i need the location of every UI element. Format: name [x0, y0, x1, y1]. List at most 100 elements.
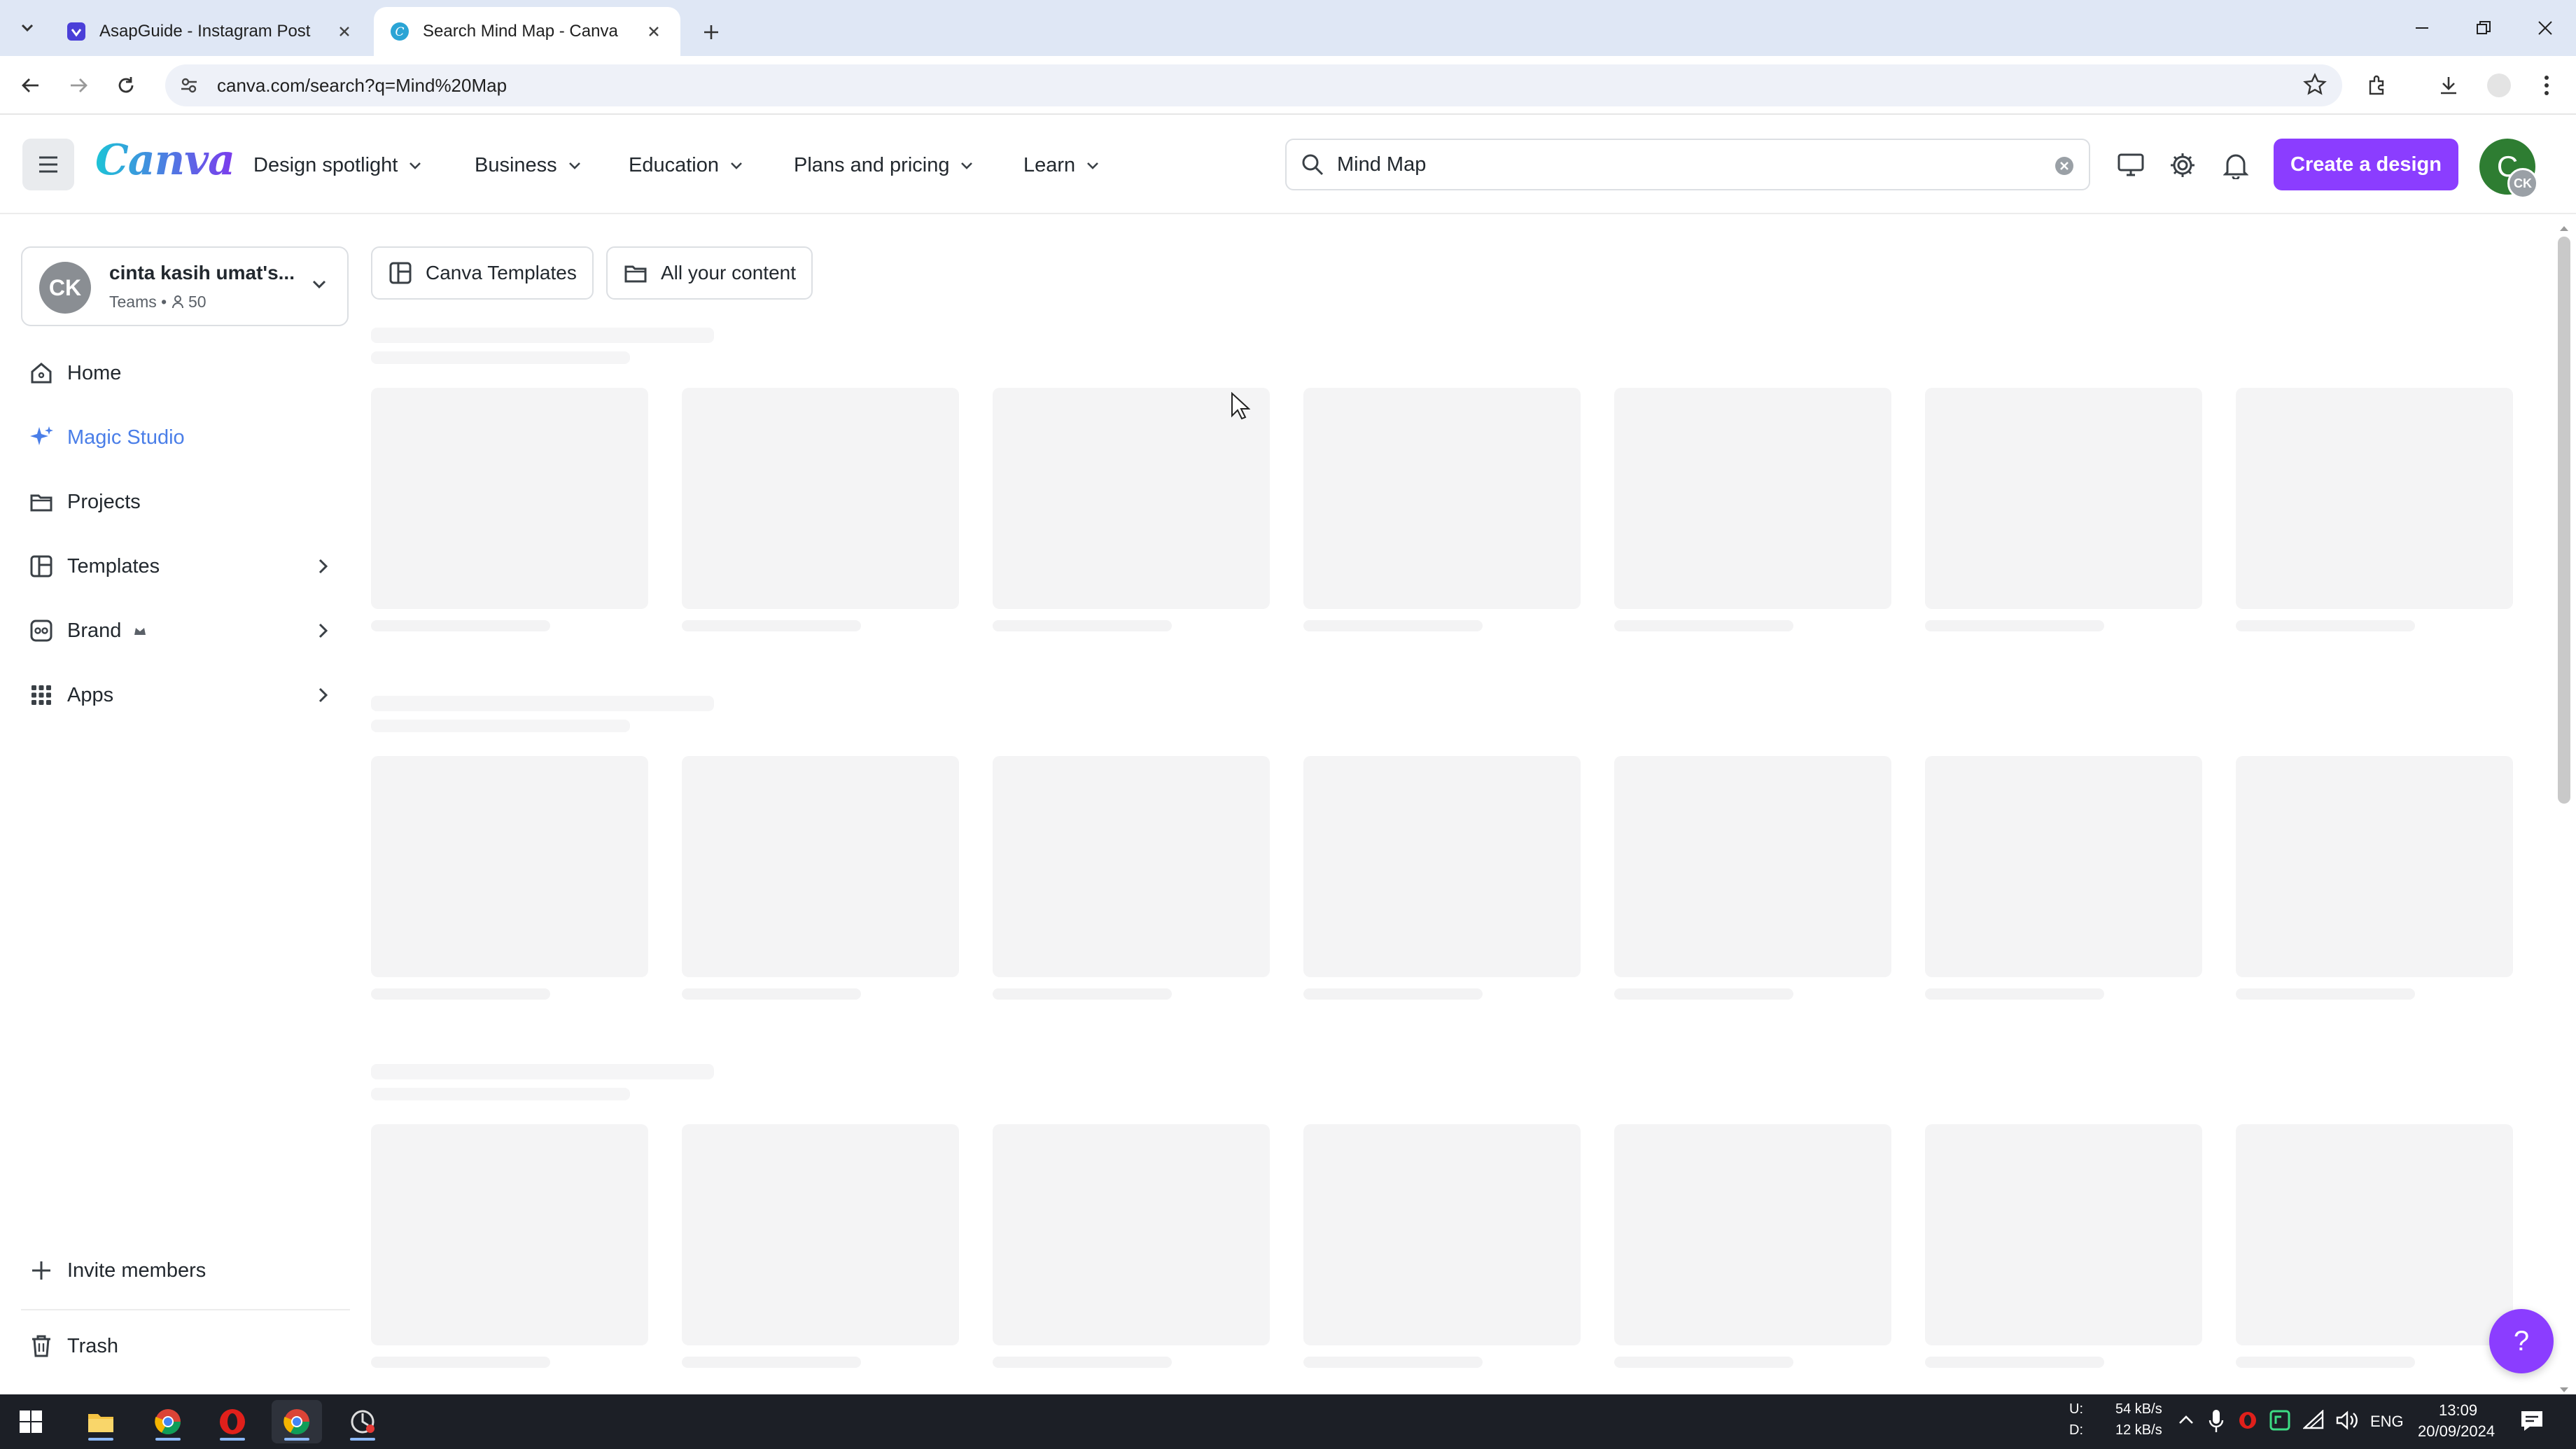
sidebar-item-templates[interactable]: Templates — [25, 542, 333, 591]
skeleton-thumbnail — [682, 388, 959, 609]
canva-favicon-icon: C — [391, 22, 409, 41]
net-download-label: D: — [2069, 1422, 2083, 1438]
team-switcher[interactable]: CK cinta kasih umat's... Teams • 50 — [21, 246, 349, 326]
profile-button[interactable] — [2479, 66, 2519, 105]
nav-design-spotlight[interactable]: Design spotlight — [253, 151, 423, 179]
volume-icon[interactable] — [2335, 1410, 2358, 1431]
bookmark-star-icon[interactable] — [2303, 73, 2327, 97]
filter-all-your-content[interactable]: All your content — [606, 246, 813, 300]
sparkle-icon — [30, 426, 53, 445]
nav-label: Plans and pricing — [794, 153, 950, 176]
wifi-icon[interactable] — [2303, 1410, 2325, 1431]
scroll-thumb[interactable] — [2558, 237, 2570, 804]
skeleton-thumbnail — [993, 756, 1270, 977]
gear-icon — [2171, 153, 2194, 177]
nav-learn[interactable]: Learn — [1023, 151, 1100, 179]
skeleton-caption — [1925, 620, 2104, 631]
tab-search-button[interactable] — [10, 11, 45, 43]
chevron-down-icon — [410, 162, 421, 169]
windows-taskbar: U: D: 54 kB/s 12 kB/s ENG 13:09 20/09/20… — [0, 1394, 2576, 1449]
help-button[interactable]: ? — [2489, 1309, 2554, 1373]
tab-asapguide[interactable]: AsapGuide - Instagram Post — [50, 7, 371, 56]
forward-button[interactable] — [59, 66, 98, 105]
skeleton-caption — [682, 620, 861, 631]
nav-business[interactable]: Business — [475, 151, 582, 179]
clock-date[interactable]: 20/09/2024 — [2418, 1422, 2495, 1441]
menu-toggle-button[interactable] — [22, 139, 74, 190]
minimize-button[interactable] — [2394, 8, 2450, 48]
running-indicator — [88, 1438, 113, 1441]
skeleton-thumbnail — [682, 756, 959, 977]
chevron-right-icon — [318, 687, 328, 703]
arrow-left-icon — [22, 78, 38, 92]
restore-button[interactable] — [2456, 8, 2512, 48]
back-button[interactable] — [11, 66, 50, 105]
skeleton-section-title — [371, 1064, 714, 1079]
skeleton-caption — [1925, 1357, 2104, 1368]
sidebar-item-projects[interactable]: Projects — [25, 477, 333, 526]
taskbar-file-explorer[interactable] — [76, 1400, 126, 1443]
invite-members-button[interactable]: Invite members — [25, 1246, 333, 1295]
main-scrollbar[interactable] — [2555, 224, 2573, 1394]
clock-time[interactable]: 13:09 — [2439, 1401, 2477, 1420]
chevron-down-icon — [568, 162, 580, 169]
site-info-icon[interactable] — [179, 76, 199, 95]
address-bar[interactable]: canva.com/search?q=Mind%20Map — [165, 64, 2342, 106]
mouse-cursor-icon — [1231, 392, 1250, 420]
chevron-up-icon[interactable] — [2177, 1411, 2195, 1429]
skeleton-section-subtitle — [371, 351, 630, 364]
taskbar-chrome-active[interactable] — [272, 1400, 322, 1443]
notification-center-icon[interactable] — [2520, 1410, 2544, 1432]
search-input[interactable] — [1337, 153, 1967, 176]
notifications-button[interactable] — [2215, 144, 2257, 186]
filter-label: Canva Templates — [426, 262, 577, 284]
taskbar-chrome[interactable] — [143, 1400, 193, 1443]
sidebar-item-home[interactable]: Home — [25, 349, 333, 398]
opera-tray-icon[interactable] — [2237, 1410, 2258, 1431]
tab-close-button[interactable] — [333, 20, 356, 43]
clear-search-icon[interactable] — [2054, 155, 2075, 176]
puzzle-icon — [2369, 75, 2384, 95]
browser-menu-button[interactable] — [2527, 66, 2566, 105]
skeleton-caption — [371, 1357, 550, 1368]
app-tray-icon[interactable] — [2269, 1410, 2290, 1431]
taskbar-opera[interactable] — [207, 1400, 258, 1443]
logo-text: Canva — [95, 136, 235, 185]
tab-canva-search[interactable]: C Search Mind Map - Canva — [374, 7, 680, 56]
create-design-button[interactable]: Create a design — [2274, 139, 2458, 190]
crown-icon — [134, 628, 146, 635]
taskbar-recorder[interactable] — [337, 1400, 388, 1443]
skeleton-thumbnail — [2236, 388, 2513, 609]
skeleton-caption — [1303, 1357, 1483, 1368]
downloads-button[interactable] — [2429, 66, 2468, 105]
close-window-button[interactable] — [2517, 8, 2573, 48]
reload-button[interactable] — [106, 66, 146, 105]
tab-title: AsapGuide - Instagram Post — [99, 22, 311, 41]
tab-close-button[interactable] — [643, 20, 665, 43]
sidebar-item-magic-studio[interactable]: Magic Studio — [25, 413, 333, 462]
sidebar-item-brand[interactable]: Brand — [25, 606, 333, 655]
skeleton-caption — [1614, 988, 1793, 1000]
extensions-button[interactable] — [2358, 66, 2397, 105]
search-box[interactable] — [1285, 139, 2090, 190]
settings-button[interactable] — [2162, 144, 2204, 186]
filter-canva-templates[interactable]: Canva Templates — [371, 246, 594, 300]
start-button[interactable] — [6, 1400, 56, 1443]
input-language[interactable]: ENG — [2370, 1413, 2404, 1431]
microphone-icon[interactable] — [2208, 1408, 2225, 1434]
skeleton-thumbnail — [2236, 1124, 2513, 1345]
windows-logo-icon — [20, 1410, 42, 1433]
sidebar-item-trash[interactable]: Trash — [25, 1322, 333, 1371]
skeleton-caption — [2236, 620, 2415, 631]
sidebar-item-apps[interactable]: Apps — [25, 671, 333, 720]
tab-title: Search Mind Map - Canva — [423, 22, 618, 41]
skeleton-thumbnail — [1303, 756, 1581, 977]
nav-plans-and-pricing[interactable]: Plans and pricing — [794, 151, 974, 179]
new-tab-button[interactable] — [693, 14, 729, 50]
nav-education[interactable]: Education — [629, 151, 744, 179]
team-plan: Teams — [109, 293, 157, 311]
skeleton-thumbnail — [993, 388, 1270, 609]
desktop-app-button[interactable] — [2110, 144, 2152, 186]
skeleton-thumbnail — [371, 388, 648, 609]
canva-logo[interactable]: Canva — [95, 136, 235, 185]
